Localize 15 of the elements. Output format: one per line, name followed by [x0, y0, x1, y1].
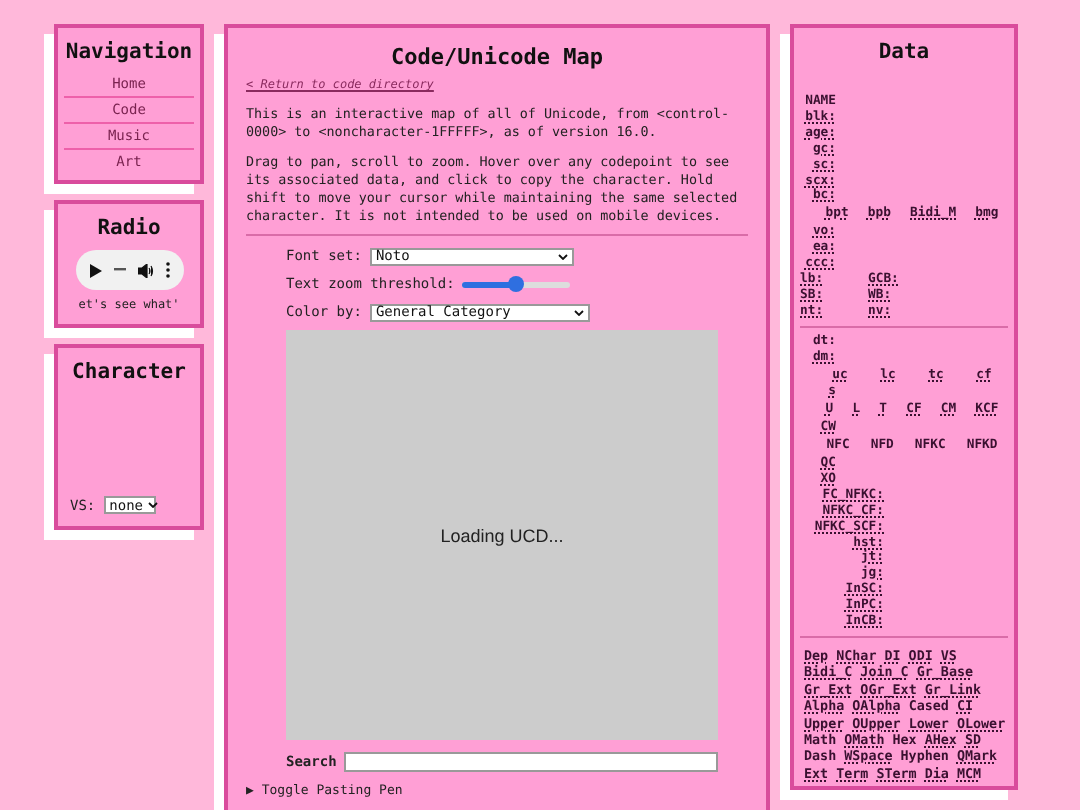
- panel-title: Data: [876, 40, 932, 66]
- loading-message: Loading UCD...: [440, 525, 564, 546]
- zoom-threshold-slider[interactable]: [462, 281, 571, 288]
- audio-player[interactable]: [75, 250, 183, 290]
- play-icon[interactable]: [89, 263, 101, 277]
- panel-title: Navigation: [64, 40, 194, 66]
- chevron-down-icon: [573, 309, 584, 316]
- chevron-down-icon: [557, 253, 568, 260]
- search-field[interactable]: [344, 752, 719, 773]
- panel-title: Character: [70, 360, 188, 386]
- page-title: Code/Unicode Map: [389, 44, 605, 70]
- map-canvas[interactable]: Loading UCD...: [286, 330, 718, 741]
- chevron-down-icon: [147, 502, 158, 508]
- volume-icon[interactable]: [137, 263, 153, 277]
- panel-title: Radio: [97, 216, 161, 242]
